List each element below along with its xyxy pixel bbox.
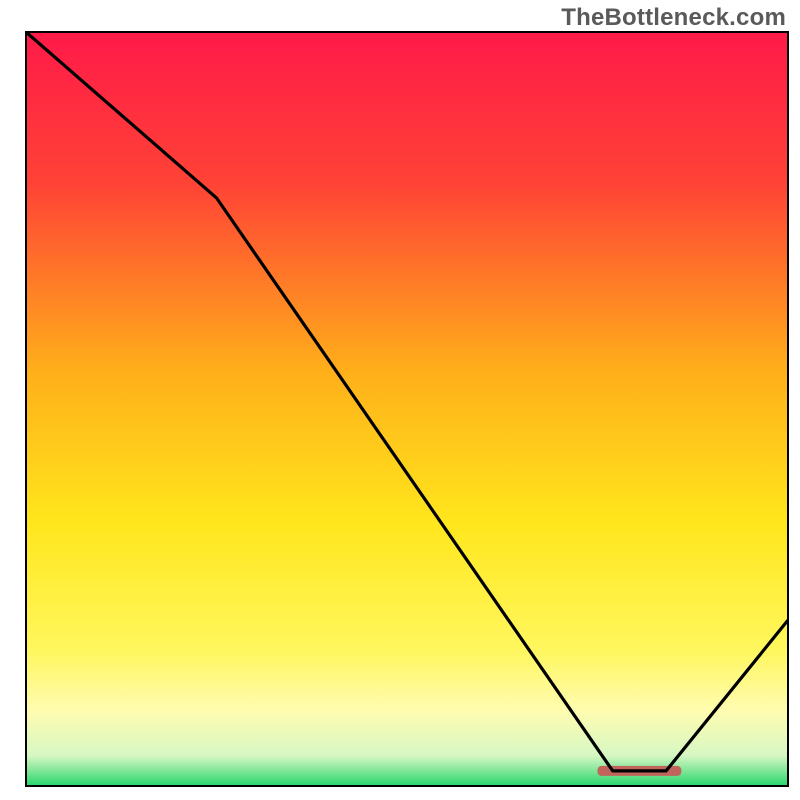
chart-canvas: TheBottleneck.com: [0, 0, 800, 800]
chart-svg: [0, 0, 800, 800]
watermark-text: TheBottleneck.com: [561, 4, 786, 32]
gradient-background: [26, 32, 788, 786]
